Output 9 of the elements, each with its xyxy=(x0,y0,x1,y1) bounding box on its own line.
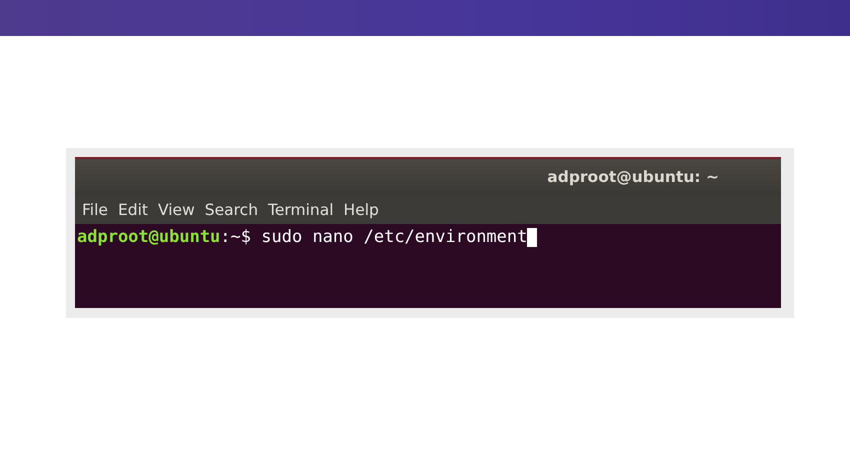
menu-item[interactable]: Terminal xyxy=(264,200,338,218)
menu-item[interactable]: Search xyxy=(200,200,262,218)
menu-item[interactable]: View xyxy=(154,200,199,218)
menu-item[interactable]: Edit xyxy=(114,200,152,218)
command-text: sudo nano /etc/environment xyxy=(261,227,528,247)
window-title: adproot@ubuntu: ~ xyxy=(547,168,719,186)
menu-item[interactable]: File xyxy=(78,200,112,218)
prompt-text: adproot@ubuntu:~$ xyxy=(77,227,252,247)
menu-item[interactable]: Help xyxy=(340,200,383,218)
